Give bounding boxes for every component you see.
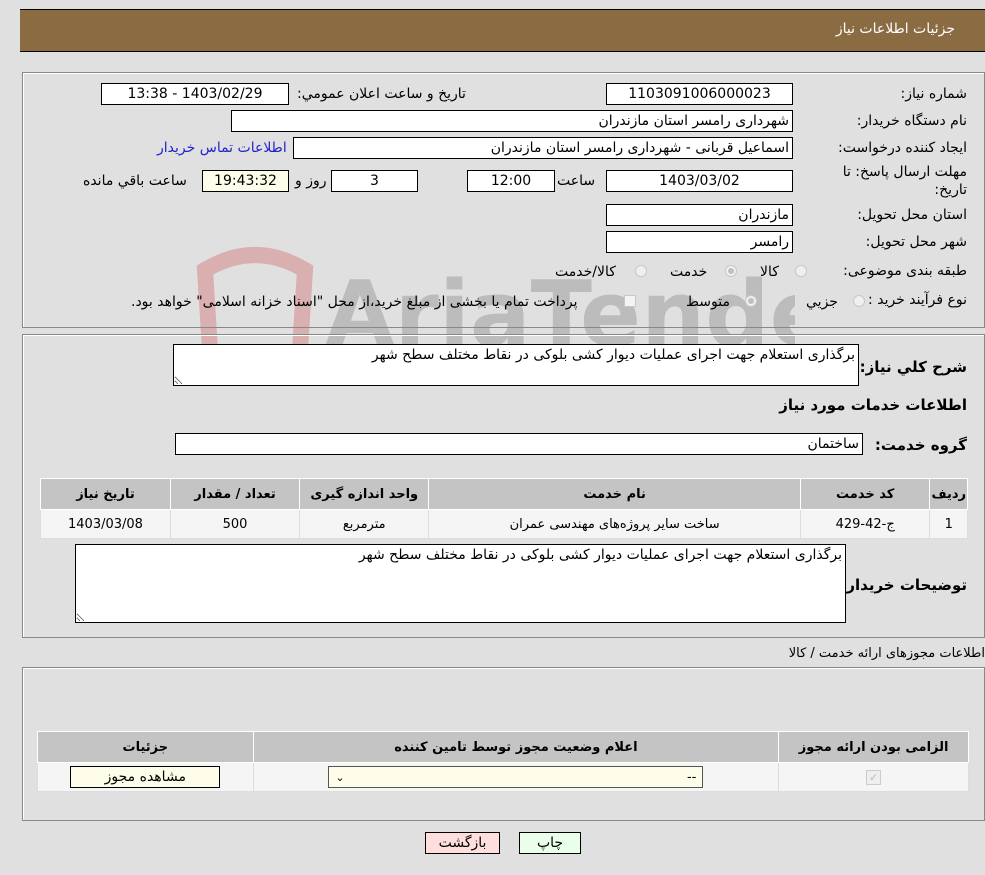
deadline-time-label: ساعت [557, 173, 596, 189]
announce-datetime-label: تاریخ و ساعت اعلان عمومي: [297, 86, 466, 102]
buyer-org-field: شهرداری رامسر استان مازندران [231, 110, 793, 132]
view-permit-button[interactable]: مشاهده مجوز [70, 766, 221, 788]
col-permit-required: الزامی بودن ارائه مجوز [778, 731, 969, 763]
category-label: طبقه بندی موضوعی: [843, 263, 967, 279]
category-option-goods-service: کالا/خدمت [555, 264, 616, 280]
cell-service-name: ساخت سایر پروژه‌های مهندسی عمران [428, 509, 801, 539]
permits-heading: اطلاعات مجوزهای ارائه خدمت / کالا [788, 646, 985, 661]
process-radio-minor[interactable] [853, 295, 865, 307]
treasury-checkbox[interactable] [624, 295, 636, 307]
description-textarea[interactable]: برگذاری استعلام جهت اجرای عملیات دیوار ک… [173, 344, 859, 386]
page-header: جزئیات اطلاعات نیاز [20, 9, 985, 52]
creator-label: ایجاد کننده درخواست: [838, 140, 967, 156]
buyer-org-label: نام دستگاه خریدار: [856, 113, 967, 129]
process-option-medium: متوسط [686, 294, 730, 310]
permit-status-value: -- [687, 769, 697, 785]
cell-permit-status: -- ⌄ [252, 762, 780, 792]
buyer-contact-link[interactable]: اطلاعات تماس خریدار [157, 140, 287, 156]
cell-quantity: 500 [169, 509, 301, 539]
col-service-code: کد خدمت [799, 478, 931, 510]
category-radio-goods[interactable] [795, 265, 807, 277]
creator-field: اسماعیل قربانی - شهرداری رامسر استان ماز… [293, 137, 793, 159]
remaining-days-field: 3 [331, 170, 418, 192]
cell-row-number: 1 [929, 509, 968, 539]
deadline-label: مهلت ارسال پاسخ: تا [842, 164, 967, 180]
category-option-goods: کالا [760, 264, 779, 280]
services-table: ردیف کد خدمت نام خدمت واحد اندازه گیری ت… [40, 478, 968, 539]
remaining-time-field: 19:43:32 [202, 170, 289, 192]
deadline-label-2: تاریخ: [934, 182, 967, 198]
cell-unit: مترمربع [299, 509, 430, 539]
chevron-down-icon: ⌄ [335, 770, 345, 784]
permit-required-checkbox[interactable]: ✓ [866, 769, 882, 785]
category-radio-service[interactable] [725, 265, 737, 277]
services-heading: اطلاعات خدمات مورد نیاز [779, 396, 967, 414]
category-radio-goods-service[interactable] [635, 265, 647, 277]
col-row-number: ردیف [929, 478, 968, 510]
table-row: ✓ -- ⌄ مشاهده مجوز [37, 762, 969, 792]
service-group-field: ساختمان [175, 433, 863, 455]
col-unit: واحد اندازه گیری [299, 478, 430, 510]
city-field: رامسر [606, 231, 793, 253]
announce-datetime-field: 1403/02/29 - 13:38 [101, 83, 289, 105]
buyer-notes-label: توضیحات خریدار: [840, 576, 967, 594]
cell-permit-required: ✓ [778, 762, 969, 792]
city-label: شهر محل تحویل: [865, 234, 967, 250]
permits-table: الزامی بودن ارائه مجوز اعلام وضعیت مجوز … [37, 731, 969, 792]
description-label: شرح کلي نیاز: [859, 358, 967, 376]
permits-table-header: الزامی بودن ارائه مجوز اعلام وضعیت مجوز … [37, 731, 969, 763]
back-button[interactable]: بازگشت [425, 832, 500, 854]
process-type-label: نوع فرآیند خرید : [868, 292, 967, 308]
page-title: جزئیات اطلاعات نیاز [835, 21, 955, 37]
col-need-date: تاریخ نیاز [40, 478, 171, 510]
need-number-field: 1103091006000023 [606, 83, 793, 105]
permit-status-select[interactable]: -- ⌄ [328, 766, 704, 788]
buyer-notes-textarea[interactable]: برگذاری استعلام جهت اجرای عملیات دیوار ک… [75, 544, 846, 623]
province-label: استان محل تحویل: [857, 207, 967, 223]
category-option-service: خدمت [670, 264, 708, 280]
deadline-date-field: 1403/03/02 [606, 170, 793, 192]
cell-permit-details: مشاهده مجوز [37, 762, 254, 792]
province-field: مازندران [606, 204, 793, 226]
cell-need-date: 1403/03/08 [40, 509, 171, 539]
treasury-note: پرداخت تمام یا بخشی از مبلغ خرید،از محل … [131, 294, 578, 310]
process-option-minor: جزیي [806, 294, 838, 310]
col-service-name: نام خدمت [428, 478, 801, 510]
col-permit-details: جزئیات [37, 731, 254, 763]
need-number-label: شماره نیاز: [900, 86, 968, 102]
services-table-header: ردیف کد خدمت نام خدمت واحد اندازه گیری ت… [40, 478, 968, 510]
cell-service-code: ج-42-429 [799, 509, 931, 539]
days-label: روز و [295, 173, 327, 189]
col-quantity: تعداد / مقدار [169, 478, 301, 510]
table-row: 1 ج-42-429 ساخت سایر پروژه‌های مهندسی عم… [40, 509, 968, 539]
print-button[interactable]: چاپ [519, 832, 581, 854]
process-radio-medium[interactable] [745, 295, 757, 307]
col-permit-status: اعلام وضعیت مجوز توسط تامین کننده [252, 731, 780, 763]
service-group-label: گروه خدمت: [874, 436, 967, 454]
deadline-time-field: 12:00 [467, 170, 555, 192]
remaining-time-label: ساعت باقي مانده [83, 173, 187, 189]
